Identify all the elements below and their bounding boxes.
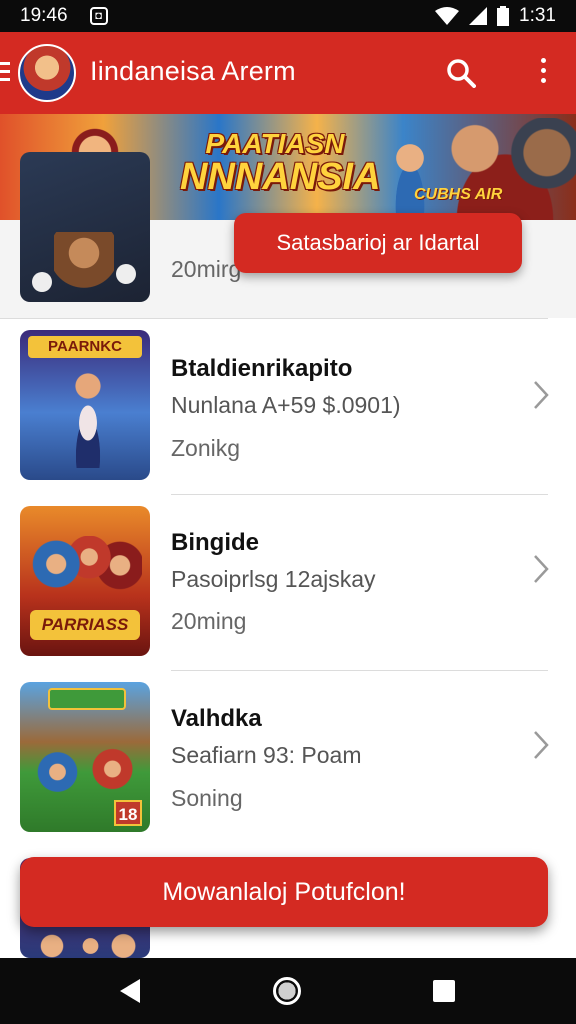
thumb-label: PAARNKC xyxy=(28,336,142,358)
toast-top[interactable]: Satasbarioj ar Idartal xyxy=(234,213,522,273)
thumb-badge: 18 xyxy=(114,800,142,826)
banner-tag: CUBHS AIR xyxy=(414,186,503,203)
recents-icon[interactable] xyxy=(433,980,455,1002)
app-title: Iindaneisa Arerm xyxy=(90,56,296,86)
item-thumbnail: 18 xyxy=(20,682,150,832)
item-thumbnail: PARRIASS xyxy=(20,506,150,656)
item-meta: 20ming xyxy=(171,608,247,634)
banner-logo-line1: PAATIASN xyxy=(205,128,345,159)
search-icon[interactable] xyxy=(446,58,476,88)
signal-icon xyxy=(469,7,488,25)
divider xyxy=(171,494,548,495)
item-subtitle: Seafiarn 93: Poam xyxy=(171,742,362,768)
avatar[interactable] xyxy=(18,44,76,102)
item-meta: Soning xyxy=(171,785,243,811)
item-subtitle: Nunlana A+59 $.0901) xyxy=(171,392,401,418)
item-meta: 20mirg xyxy=(171,256,242,282)
item-subtitle: Pasoiprlsg 12ajskay xyxy=(171,566,376,592)
status-bar: 19:46 ◘ 1:31 xyxy=(0,0,576,32)
item-thumbnail: PAARNKC xyxy=(20,330,150,480)
navigation-bar xyxy=(0,958,576,1024)
status-time-right: 1:31 xyxy=(519,5,556,26)
divider xyxy=(0,318,548,319)
chevron-right-icon xyxy=(534,731,549,759)
list-item[interactable]: PAARNKC Btaldienrikapito Nunlana A+59 $.… xyxy=(0,320,576,496)
toast-bottom[interactable]: Mowanlaloj Potufclon! xyxy=(20,857,548,927)
divider xyxy=(171,670,548,671)
wifi-icon xyxy=(435,7,460,25)
list-item[interactable]: PARRIASS Bingide Pasoiprlsg 12ajskay 20m… xyxy=(0,496,576,672)
chevron-right-icon xyxy=(534,381,549,409)
item-title: Valhdka xyxy=(171,705,262,732)
list-item[interactable]: 18 Valhdka Seafiarn 93: Poam Soning xyxy=(0,672,576,848)
home-icon[interactable] xyxy=(273,977,301,1005)
banner-logo: PAATIASN NNNANSIA xyxy=(180,128,381,198)
item-meta: Zonikg xyxy=(171,435,241,461)
chevron-right-icon xyxy=(534,555,549,583)
item-thumbnail xyxy=(20,152,150,302)
battery-icon xyxy=(497,6,510,26)
back-icon[interactable] xyxy=(118,978,142,1004)
banner-villain-art xyxy=(430,118,576,220)
more-vert-icon[interactable] xyxy=(534,58,552,88)
app-bar: Iindaneisa Arerm xyxy=(0,32,576,114)
menu-icon[interactable] xyxy=(0,62,10,84)
notification-icon: ◘ xyxy=(89,7,108,25)
item-title: Btaldienrikapito xyxy=(171,355,353,382)
status-time-left: 19:46 xyxy=(20,5,68,26)
item-title: Bingide xyxy=(171,529,259,556)
banner-logo-line2: NNNANSIA xyxy=(180,156,381,198)
thumb-label: PARRIASS xyxy=(30,610,140,640)
